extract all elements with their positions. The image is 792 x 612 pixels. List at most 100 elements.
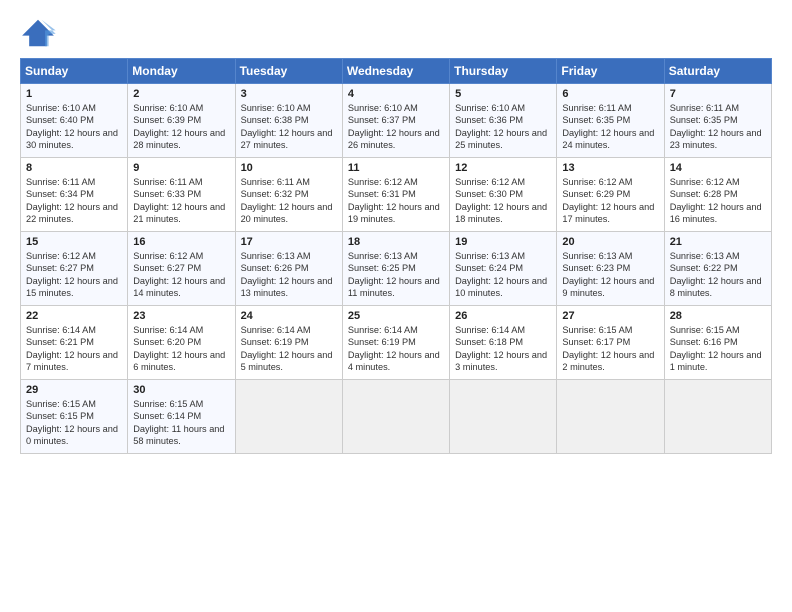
calendar-cell: 20 Sunrise: 6:13 AMSunset: 6:23 PMDayligh… <box>557 232 664 306</box>
cell-text: Sunrise: 6:12 AMSunset: 6:28 PMDaylight:… <box>670 177 762 224</box>
calendar-cell: 16Sunrise: 6:12 AMSunset: 6:27 PMDayligh… <box>128 232 235 306</box>
day-number: 18 <box>348 236 444 248</box>
weekday-header: Tuesday <box>235 59 342 84</box>
calendar-cell: 23 Sunrise: 6:14 AMSunset: 6:20 PMDayligh… <box>128 306 235 380</box>
cell-text: Sunrise: 6:11 AMSunset: 6:33 PMDaylight:… <box>133 177 225 224</box>
calendar-cell: 4 Sunrise: 6:10 AMSunset: 6:37 PMDaylight… <box>342 84 449 158</box>
day-number: 6 <box>562 88 658 100</box>
cell-text: Sunrise: 6:12 AMSunset: 6:31 PMDaylight:… <box>348 177 440 224</box>
calendar-week: 15Sunrise: 6:12 AMSunset: 6:27 PMDayligh… <box>21 232 772 306</box>
calendar-cell: 12Sunrise: 6:12 AMSunset: 6:30 PMDayligh… <box>450 158 557 232</box>
calendar-cell <box>342 380 449 454</box>
calendar-cell: 3Sunrise: 6:10 AMSunset: 6:38 PMDaylight… <box>235 84 342 158</box>
calendar-cell: 28 Sunrise: 6:15 AMSunset: 6:16 PMDayligh… <box>664 306 771 380</box>
day-number: 20 <box>562 236 658 248</box>
calendar-cell <box>557 380 664 454</box>
day-number: 19 <box>455 236 551 248</box>
calendar-week: 22 Sunrise: 6:14 AMSunset: 6:21 PMDayligh… <box>21 306 772 380</box>
cell-text: Sunrise: 6:14 AMSunset: 6:20 PMDaylight:… <box>133 325 225 372</box>
calendar-cell: 1Sunrise: 6:10 AMSunset: 6:40 PMDaylight… <box>21 84 128 158</box>
cell-text: Sunrise: 6:15 AMSunset: 6:15 PMDaylight:… <box>26 399 118 446</box>
calendar-cell: 2Sunrise: 6:10 AMSunset: 6:39 PMDaylight… <box>128 84 235 158</box>
calendar-cell: 18 Sunrise: 6:13 AMSunset: 6:25 PMDayligh… <box>342 232 449 306</box>
header <box>20 18 772 48</box>
day-number: 4 <box>348 88 444 100</box>
day-number: 10 <box>241 162 337 174</box>
calendar-cell: 22 Sunrise: 6:14 AMSunset: 6:21 PMDayligh… <box>21 306 128 380</box>
day-number: 27 <box>562 310 658 322</box>
weekday-header: Thursday <box>450 59 557 84</box>
weekday-header: Friday <box>557 59 664 84</box>
day-number: 5 <box>455 88 551 100</box>
cell-text: Sunrise: 6:10 AMSunset: 6:38 PMDaylight:… <box>241 103 333 150</box>
cell-text: Sunrise: 6:13 AMSunset: 6:23 PMDaylight:… <box>562 251 654 298</box>
day-number: 29 <box>26 384 122 396</box>
day-number: 2 <box>133 88 229 100</box>
cell-text: Sunrise: 6:14 AMSunset: 6:18 PMDaylight:… <box>455 325 547 372</box>
calendar-cell: 19 Sunrise: 6:13 AMSunset: 6:24 PMDayligh… <box>450 232 557 306</box>
calendar-cell: 30 Sunrise: 6:15 AMSunset: 6:14 PMDayligh… <box>128 380 235 454</box>
weekday-header: Wednesday <box>342 59 449 84</box>
calendar-week: 8Sunrise: 6:11 AMSunset: 6:34 PMDaylight… <box>21 158 772 232</box>
cell-text: Sunrise: 6:15 AMSunset: 6:16 PMDaylight:… <box>670 325 762 372</box>
calendar-cell: 24 Sunrise: 6:14 AMSunset: 6:19 PMDayligh… <box>235 306 342 380</box>
calendar-cell: 9 Sunrise: 6:11 AMSunset: 6:33 PMDaylight… <box>128 158 235 232</box>
day-number: 26 <box>455 310 551 322</box>
cell-text: Sunrise: 6:14 AMSunset: 6:19 PMDaylight:… <box>241 325 333 372</box>
day-number: 13 <box>562 162 658 174</box>
cell-text: Sunrise: 6:15 AMSunset: 6:17 PMDaylight:… <box>562 325 654 372</box>
calendar-body: 1Sunrise: 6:10 AMSunset: 6:40 PMDaylight… <box>21 84 772 454</box>
calendar-cell <box>450 380 557 454</box>
day-number: 11 <box>348 162 444 174</box>
day-number: 22 <box>26 310 122 322</box>
weekday-header: Saturday <box>664 59 771 84</box>
calendar-cell: 27 Sunrise: 6:15 AMSunset: 6:17 PMDayligh… <box>557 306 664 380</box>
day-number: 7 <box>670 88 766 100</box>
calendar-cell: 14 Sunrise: 6:12 AMSunset: 6:28 PMDayligh… <box>664 158 771 232</box>
day-number: 21 <box>670 236 766 248</box>
calendar-cell: 5 Sunrise: 6:10 AMSunset: 6:36 PMDaylight… <box>450 84 557 158</box>
logo <box>20 18 60 48</box>
calendar-cell: 7 Sunrise: 6:11 AMSunset: 6:35 PMDaylight… <box>664 84 771 158</box>
cell-text: Sunrise: 6:14 AMSunset: 6:21 PMDaylight:… <box>26 325 118 372</box>
day-number: 28 <box>670 310 766 322</box>
cell-text: Sunrise: 6:13 AMSunset: 6:24 PMDaylight:… <box>455 251 547 298</box>
day-number: 24 <box>241 310 337 322</box>
calendar-header: SundayMondayTuesdayWednesdayThursdayFrid… <box>21 59 772 84</box>
day-number: 23 <box>133 310 229 322</box>
day-number: 25 <box>348 310 444 322</box>
logo-icon <box>20 18 56 48</box>
cell-text: Sunrise: 6:11 AMSunset: 6:35 PMDaylight:… <box>670 103 762 150</box>
day-number: 17 <box>241 236 337 248</box>
calendar-cell <box>664 380 771 454</box>
calendar-week: 29 Sunrise: 6:15 AMSunset: 6:15 PMDayligh… <box>21 380 772 454</box>
cell-text: Sunrise: 6:15 AMSunset: 6:14 PMDaylight:… <box>133 399 224 446</box>
page: SundayMondayTuesdayWednesdayThursdayFrid… <box>0 0 792 464</box>
day-number: 30 <box>133 384 229 396</box>
cell-text: Sunrise: 6:11 AMSunset: 6:34 PMDaylight:… <box>26 177 118 224</box>
calendar-cell: 11 Sunrise: 6:12 AMSunset: 6:31 PMDayligh… <box>342 158 449 232</box>
cell-text: Sunrise: 6:12 AMSunset: 6:29 PMDaylight:… <box>562 177 654 224</box>
cell-text: Sunrise: 6:11 AMSunset: 6:35 PMDaylight:… <box>562 103 654 150</box>
cell-text: Sunrise: 6:12 AMSunset: 6:30 PMDaylight:… <box>455 177 547 224</box>
cell-text: Sunrise: 6:13 AMSunset: 6:26 PMDaylight:… <box>241 251 333 298</box>
calendar-cell: 26 Sunrise: 6:14 AMSunset: 6:18 PMDayligh… <box>450 306 557 380</box>
calendar-cell: 6 Sunrise: 6:11 AMSunset: 6:35 PMDaylight… <box>557 84 664 158</box>
day-number: 1 <box>26 88 122 100</box>
calendar-cell: 10 Sunrise: 6:11 AMSunset: 6:32 PMDayligh… <box>235 158 342 232</box>
calendar-cell: 25Sunrise: 6:14 AMSunset: 6:19 PMDayligh… <box>342 306 449 380</box>
cell-text: Sunrise: 6:13 AMSunset: 6:25 PMDaylight:… <box>348 251 440 298</box>
calendar-cell: 17 Sunrise: 6:13 AMSunset: 6:26 PMDayligh… <box>235 232 342 306</box>
calendar-week: 1Sunrise: 6:10 AMSunset: 6:40 PMDaylight… <box>21 84 772 158</box>
cell-text: Sunrise: 6:13 AMSunset: 6:22 PMDaylight:… <box>670 251 762 298</box>
day-number: 9 <box>133 162 229 174</box>
day-number: 14 <box>670 162 766 174</box>
calendar-cell: 8Sunrise: 6:11 AMSunset: 6:34 PMDaylight… <box>21 158 128 232</box>
cell-text: Sunrise: 6:10 AMSunset: 6:37 PMDaylight:… <box>348 103 440 150</box>
calendar-cell: 21 Sunrise: 6:13 AMSunset: 6:22 PMDayligh… <box>664 232 771 306</box>
cell-text: Sunrise: 6:11 AMSunset: 6:32 PMDaylight:… <box>241 177 333 224</box>
calendar-cell: 29 Sunrise: 6:15 AMSunset: 6:15 PMDayligh… <box>21 380 128 454</box>
calendar-cell: 15Sunrise: 6:12 AMSunset: 6:27 PMDayligh… <box>21 232 128 306</box>
cell-text: Sunrise: 6:12 AMSunset: 6:27 PMDaylight:… <box>26 251 118 298</box>
cell-text: Sunrise: 6:10 AMSunset: 6:36 PMDaylight:… <box>455 103 547 150</box>
